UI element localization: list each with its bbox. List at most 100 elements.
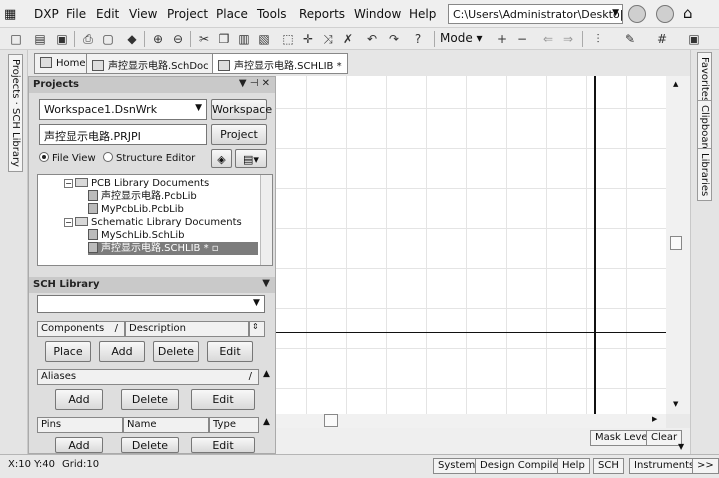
panel-menu-icon[interactable]: ▼ [262, 278, 270, 289]
menu-reports[interactable]: Reports [299, 7, 345, 21]
menu-edit[interactable]: Edit [96, 7, 119, 21]
select-area-icon[interactable]: ⬚ [280, 31, 296, 47]
vertical-scroll-thumb[interactable] [670, 236, 682, 250]
chevron-down-icon[interactable]: ▼ [678, 442, 684, 451]
menu-view[interactable]: View [129, 7, 157, 21]
aliases-column-header[interactable]: Aliases / [37, 369, 259, 385]
file-view-radio[interactable]: File View [39, 152, 96, 164]
grid-icon[interactable]: # [654, 31, 670, 47]
menu-tools[interactable]: Tools [257, 7, 287, 21]
add-alias-button[interactable]: Add [55, 389, 103, 410]
next-icon[interactable]: ⇒ [560, 31, 576, 47]
pin-type-column-header[interactable]: Type [209, 417, 259, 433]
design-compiler-button[interactable]: Design Compiler [475, 458, 568, 474]
add-pin-button[interactable]: Add [55, 437, 103, 453]
options-dropdown-icon[interactable]: ▤▾ [235, 149, 267, 168]
add-icon[interactable]: + [494, 31, 510, 47]
tab-schlib[interactable]: 声控显示电路.SCHLIB * [212, 53, 348, 74]
delete-pin-button[interactable]: Delete [121, 437, 179, 453]
move-selection-icon[interactable]: ⤨ [320, 31, 336, 47]
workspace-select[interactable]: Workspace1.DsnWrk ▼ [39, 99, 207, 120]
tab-schdoc[interactable]: 声控显示电路.SchDoc [86, 53, 215, 74]
drawing-tools-icon[interactable]: ✎ [622, 31, 638, 47]
paste-icon[interactable]: ▥ [236, 31, 252, 47]
tab-libraries[interactable]: Libraries [697, 148, 712, 202]
prev-icon[interactable]: ⇐ [540, 31, 556, 47]
dxp-logo-icon[interactable]: ▦ [4, 7, 16, 22]
menu-file[interactable]: File [66, 7, 86, 21]
rubber-stamp-icon[interactable]: ▧ [256, 31, 272, 47]
path-field[interactable]: C:\Users\Administrator\Deskto| ▼ [448, 4, 623, 24]
system-button[interactable]: System [433, 458, 481, 474]
zoom-in-icon[interactable]: ⊕ [150, 31, 166, 47]
redo-icon[interactable]: ↷ [386, 31, 402, 47]
add-component-button[interactable]: Add [99, 341, 145, 362]
new-doc-icon[interactable]: □ [8, 31, 24, 47]
workspace-button[interactable]: Workspace [211, 99, 272, 120]
scroll-up-icon[interactable]: ▲ [673, 80, 678, 88]
tree-folder-schematic[interactable]: − Schematic Library Documents [64, 216, 242, 229]
menu-dxp[interactable]: DXP [34, 7, 59, 21]
delete-component-button[interactable]: Delete [153, 341, 199, 362]
sheet-icon[interactable]: ▣ [686, 31, 702, 47]
home-nav-icon[interactable]: ⌂ [683, 4, 693, 22]
vertical-scrollbar[interactable]: ▲ ▼ [666, 76, 690, 414]
undo-icon[interactable]: ↶ [364, 31, 380, 47]
schematic-library-canvas[interactable] [276, 76, 666, 414]
instruments-button[interactable]: Instruments [629, 458, 700, 474]
menu-place[interactable]: Place [216, 7, 248, 21]
print-preview-icon[interactable]: ▢ [100, 31, 116, 47]
layer-icon[interactable]: ◆ [124, 31, 140, 47]
menu-help[interactable]: Help [409, 7, 436, 21]
layer-view-icon[interactable]: ◈ [211, 149, 232, 168]
project-button[interactable]: Project [211, 124, 267, 145]
collapse-icon[interactable]: − [64, 179, 73, 188]
tab-projects-sch-library[interactable]: Projects · SCH Library [8, 54, 23, 172]
remove-icon[interactable]: − [514, 31, 530, 47]
tree-item[interactable]: MySchLib.SchLib [88, 229, 185, 242]
panel-controls-icon[interactable]: ▼ ⊣ ✕ [239, 78, 270, 89]
horizontal-scroll-thumb[interactable] [324, 414, 338, 427]
clear-button[interactable]: Clear [646, 430, 683, 446]
project-field[interactable]: 声控显示电路.PRJPI [39, 124, 207, 145]
chevron-down-icon[interactable]: ▼ [612, 8, 619, 18]
description-column-header[interactable]: Description [125, 321, 249, 337]
tree-scrollbar[interactable] [260, 175, 272, 265]
cut-icon[interactable]: ✂ [196, 31, 212, 47]
back-icon[interactable] [628, 5, 646, 23]
tree-folder-pcb[interactable]: − PCB Library Documents [64, 177, 209, 190]
menu-project[interactable]: Project [167, 7, 208, 21]
zoom-out-icon[interactable]: ⊖ [170, 31, 186, 47]
collapse-icon[interactable]: − [64, 218, 73, 227]
more-button[interactable]: >> [692, 458, 719, 474]
menu-window[interactable]: Window [354, 7, 401, 21]
copy-icon[interactable]: ❐ [216, 31, 232, 47]
scroll-down-icon[interactable]: ▼ [673, 400, 678, 408]
structure-editor-radio[interactable]: Structure Editor [103, 152, 195, 164]
help-button[interactable]: Help [557, 458, 590, 474]
components-column-header[interactable]: Components / [37, 321, 125, 337]
delete-alias-button[interactable]: Delete [121, 389, 179, 410]
pins-column-header[interactable]: Pins [37, 417, 123, 433]
chevron-up-icon[interactable]: ▲ [263, 369, 270, 379]
print-icon[interactable]: ⎙ [80, 31, 96, 47]
save-icon[interactable]: ▣ [54, 31, 70, 47]
edit-component-button[interactable]: Edit [207, 341, 253, 362]
edit-alias-button[interactable]: Edit [191, 389, 255, 410]
place-button[interactable]: Place [45, 341, 91, 362]
tree-item-selected[interactable]: 声控显示电路.SCHLIB * ▫ [88, 242, 258, 255]
open-icon[interactable]: ▤ [32, 31, 48, 47]
mode-button[interactable]: Mode ▾ [440, 31, 483, 45]
tab-home[interactable]: Home [34, 53, 92, 74]
forward-icon[interactable] [656, 5, 674, 23]
tree-item[interactable]: MyPcbLib.PcbLib [88, 203, 184, 216]
help-icon[interactable]: ? [410, 31, 426, 47]
move-icon[interactable]: ✛ [300, 31, 316, 47]
chevron-down-icon[interactable]: ▼ [253, 298, 260, 308]
horizontal-scrollbar[interactable]: ▶ [276, 414, 666, 428]
chevron-up-icon[interactable]: ▲ [263, 417, 270, 427]
pin-name-column-header[interactable]: Name [123, 417, 209, 433]
tree-item[interactable]: 声控显示电路.PcbLib [88, 190, 197, 203]
deselect-icon[interactable]: ✗ [340, 31, 356, 47]
tab-favorites[interactable]: Favorites [697, 52, 712, 108]
